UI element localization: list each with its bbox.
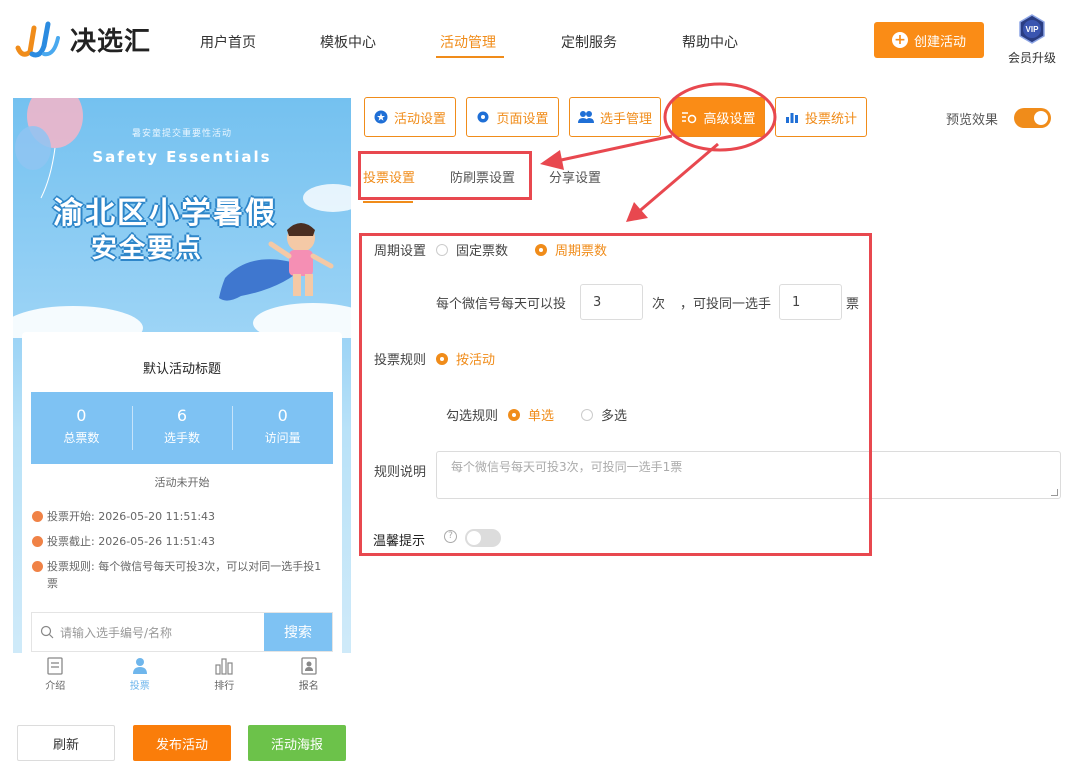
stat-value: 6 <box>176 406 188 425</box>
activity-title: 默认活动标题 <box>142 362 221 377</box>
stat-total-votes: 0 总票数 <box>31 392 132 464</box>
bar-chart-icon <box>785 113 798 123</box>
activity-status: 活动未开始 <box>154 476 210 489</box>
banner-title-line1: 渝北区小学暑假 <box>53 196 277 231</box>
tab-advanced-settings[interactable]: 高级设置 <box>672 97 765 137</box>
search-placeholder: 请输入选手编号/名称 <box>60 625 173 640</box>
tab-activity-settings[interactable]: 活动设置 <box>364 97 456 137</box>
tab-page-settings[interactable]: 页面设置 <box>466 97 559 137</box>
preview-toggle-label: 预览效果 <box>946 113 999 128</box>
tab-label: 介绍 <box>45 681 66 692</box>
nav-item-templates[interactable]: 模板中心 <box>320 32 376 52</box>
search-icon <box>40 625 54 639</box>
stat-value: 0 <box>76 406 87 425</box>
tab-label: 报名 <box>298 681 319 692</box>
tab-vote[interactable]: 投票 <box>98 653 183 698</box>
tab-label: 选手管理 <box>599 111 652 127</box>
publish-activity-button[interactable]: 发布活动 <box>133 725 231 761</box>
brand-logo-icon <box>15 21 60 58</box>
subtab-active-indicator <box>363 201 413 203</box>
nav-active-indicator <box>436 56 504 58</box>
tab-signup[interactable]: 报名 <box>267 653 352 698</box>
vote-end-text: 投票截止: 2026-05-26 11:51:43 <box>47 535 216 548</box>
banner-english-title: Safety Essentials <box>92 148 272 166</box>
vote-start-row: 投票开始: 2026-05-20 11:51:43 <box>32 508 215 525</box>
activity-poster-button[interactable]: 活动海报 <box>248 725 346 761</box>
banner-title-line2: 安全要点 <box>91 234 204 264</box>
tab-label: 投票 <box>129 681 150 692</box>
signup-icon <box>301 657 317 675</box>
banner-subtitle: 暑安童提交重要性活动 <box>131 129 232 139</box>
gear-icon <box>477 111 489 123</box>
nav-item-custom[interactable]: 定制服务 <box>561 32 617 52</box>
stat-visits: 0 访问量 <box>232 392 333 464</box>
user-icon <box>132 658 147 674</box>
subtab-share-settings[interactable]: 分享设置 <box>549 167 601 186</box>
stat-label: 总票数 <box>63 431 100 445</box>
stat-label: 选手数 <box>164 431 201 445</box>
top-header: 决选汇 用户首页 模板中心 活动管理 定制服务 帮助中心 + 创建活动 VIP … <box>0 0 1075 80</box>
brand-logo[interactable]: 决选汇 <box>14 18 151 60</box>
chart-icon <box>215 658 233 675</box>
create-activity-button[interactable]: + 创建活动 <box>874 22 984 58</box>
nav-item-activities[interactable]: 活动管理 <box>440 32 496 52</box>
preview-tabbar: 介绍 投票 排行 报名 <box>13 653 351 698</box>
stat-label: 访问量 <box>264 431 301 445</box>
nav-item-help[interactable]: 帮助中心 <box>682 32 738 52</box>
info-dot-icon <box>32 511 43 522</box>
vip-upgrade-label: 会员升级 <box>1007 51 1056 65</box>
advanced-gear-icon <box>682 112 697 124</box>
nav-item-home[interactable]: 用户首页 <box>200 32 256 52</box>
plus-icon: + <box>891 32 908 48</box>
tab-ranking[interactable]: 排行 <box>182 653 267 698</box>
tab-intro[interactable]: 介绍 <box>13 653 98 698</box>
tab-label: 高级设置 <box>703 111 756 127</box>
tab-player-management[interactable]: 选手管理 <box>569 97 661 137</box>
annotation-form-box <box>359 233 872 556</box>
vote-start-text: 投票开始: 2026-05-20 11:51:43 <box>47 510 216 523</box>
activity-preview: 暑安童提交重要性活动 Safety Essentials 渝北区小学暑假 安全要… <box>13 98 351 653</box>
player-search: 请输入选手编号/名称 搜索 <box>31 612 333 652</box>
stat-value: 0 <box>277 406 288 425</box>
brand-name: 决选汇 <box>70 26 152 57</box>
create-activity-label: 创建活动 <box>913 34 966 50</box>
users-icon <box>577 111 594 123</box>
tab-label: 投票统计 <box>804 111 857 127</box>
star-circle-icon <box>374 110 388 124</box>
tab-vote-statistics[interactable]: 投票统计 <box>775 97 867 137</box>
stat-players: 6 选手数 <box>131 392 233 464</box>
doc-icon <box>47 657 63 675</box>
search-button[interactable]: 搜索 <box>264 613 332 651</box>
activity-stats: 0 总票数 6 选手数 0 访问量 <box>31 392 333 464</box>
vip-badge-icon: VIP <box>1019 14 1045 44</box>
activity-info-card: 默认活动标题 0 总票数 6 选手数 0 访问量 活动未开始 投票开始: 202… <box>22 332 342 653</box>
info-dot-icon <box>32 561 43 572</box>
vote-end-row: 投票截止: 2026-05-26 11:51:43 <box>32 533 215 550</box>
info-dot-icon <box>32 536 43 547</box>
refresh-button[interactable]: 刷新 <box>17 725 115 761</box>
tab-label: 排行 <box>214 681 235 692</box>
tab-label: 页面设置 <box>496 111 549 127</box>
vote-rule-text: 投票规则: 每个微信号每天可投3次，可以对同一选手投1票 <box>47 560 322 590</box>
tab-label: 活动设置 <box>393 111 446 127</box>
player-search-input[interactable]: 请输入选手编号/名称 <box>32 613 264 651</box>
resize-handle-icon[interactable] <box>1051 489 1058 496</box>
preview-toggle[interactable] <box>1014 108 1051 128</box>
vote-rule-row: 投票规则: 每个微信号每天可投3次，可以对同一选手投1票 <box>32 558 328 592</box>
vip-badge-text: VIP <box>1026 25 1040 34</box>
annotation-subtab-box <box>358 151 532 200</box>
vip-upgrade[interactable]: VIP 会员升级 <box>1005 14 1059 66</box>
